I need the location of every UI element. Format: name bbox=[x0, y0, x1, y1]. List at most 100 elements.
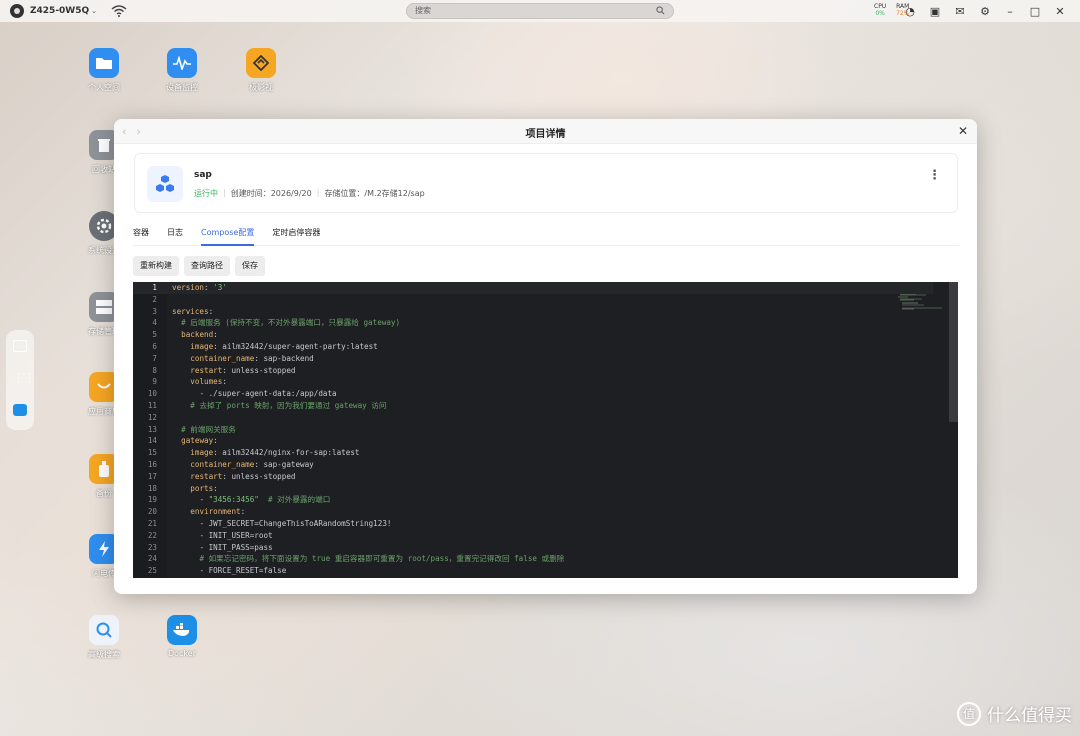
save-button[interactable]: 保存 bbox=[235, 256, 265, 276]
code-line[interactable]: 25 - FORCE_RESET=false bbox=[133, 565, 933, 577]
line-number: 4 bbox=[152, 318, 157, 328]
rebuild-button[interactable]: 重新构建 bbox=[133, 256, 179, 276]
line-text: volumes: bbox=[190, 377, 227, 387]
more-options-icon[interactable]: ⋮ bbox=[928, 168, 941, 183]
divider: | bbox=[223, 188, 226, 197]
code-line[interactable]: 15 image: ailm32442/nginx-for-sap:latest bbox=[133, 447, 933, 459]
minimize-icon[interactable]: – bbox=[1002, 3, 1018, 19]
code-line[interactable]: 21 - JWT_SECRET=ChangeThisToARandomStrin… bbox=[133, 518, 933, 530]
desktop-icon-personal-space[interactable]: 个人空间 bbox=[74, 48, 134, 93]
code-line[interactable]: 7 container_name: sap-backend bbox=[133, 353, 933, 365]
code-line[interactable]: 18 ports: bbox=[133, 483, 933, 495]
gauge-icon[interactable]: ◔ bbox=[902, 3, 918, 19]
maximize-icon[interactable]: □ bbox=[1027, 3, 1043, 19]
code-line[interactable]: 12 bbox=[133, 412, 933, 424]
line-text: container_name: sap-backend bbox=[190, 353, 314, 363]
mail-icon[interactable]: ✉ bbox=[952, 3, 968, 19]
line-text: - INIT_USER=root bbox=[199, 530, 273, 540]
line-text: gateway: bbox=[181, 436, 218, 446]
device-name[interactable]: Z425-0W5Q bbox=[30, 6, 89, 16]
pulse-icon bbox=[167, 48, 197, 78]
line-text: image: ailm32442/nginx-for-sap:latest bbox=[190, 448, 360, 458]
code-line[interactable]: 23 - INIT_PASS=pass bbox=[133, 542, 933, 554]
screen-icon[interactable]: ▣ bbox=[927, 3, 943, 19]
code-line[interactable]: 9 volumes: bbox=[133, 376, 933, 388]
desktop-icon[interactable] bbox=[13, 340, 27, 352]
code-line[interactable]: 13 # 前端网关服务 bbox=[133, 424, 933, 436]
query-path-button[interactable]: 查询路径 bbox=[184, 256, 230, 276]
tab-logs[interactable]: 日志 bbox=[167, 224, 183, 246]
code-line[interactable]: 5 backend: bbox=[133, 329, 933, 341]
code-line[interactable]: 24 # 如果忘记密码，将下面设置为 true 重启容器即可重置为 root/p… bbox=[133, 553, 933, 565]
code-line[interactable]: 22 - INIT_USER=root bbox=[133, 530, 933, 542]
tab-scheduled-start-stop[interactable]: 定时启停容器 bbox=[272, 224, 320, 246]
code-line[interactable]: 19 - "3456:3456" # 对外暴露的端口 bbox=[133, 494, 933, 506]
line-number: 3 bbox=[152, 306, 157, 316]
desktop-icon-advanced-search[interactable]: 高级搜索 bbox=[74, 615, 134, 660]
code-line[interactable]: 20 environment: bbox=[133, 506, 933, 518]
code-editor[interactable]: 1 version: '3' 2 3 services: 4 # 后端服务 (保持不变，不… bbox=[133, 282, 958, 578]
action-bar: 重新构建 查询路径 保存 bbox=[133, 256, 265, 276]
desktop-icon-device-monitor[interactable]: 设备监控 bbox=[152, 48, 212, 93]
line-text: restart: unless-stopped bbox=[190, 471, 296, 481]
line-number: 19 bbox=[147, 495, 157, 505]
search-input[interactable]: 搜索 bbox=[406, 3, 674, 19]
line-number: 7 bbox=[152, 353, 157, 363]
editor-scrollbar[interactable] bbox=[949, 282, 958, 422]
desktop-icon-video[interactable]: 极影视 bbox=[231, 48, 291, 93]
line-number: 9 bbox=[152, 377, 157, 387]
line-number: 24 bbox=[147, 554, 157, 564]
cpu-value: 0% bbox=[875, 10, 885, 17]
app-grid-icon[interactable]: ⋮⋮ bbox=[13, 372, 35, 384]
search-placeholder: 搜索 bbox=[415, 6, 431, 15]
magnifier-icon bbox=[89, 615, 119, 645]
tab-bar: 容器 日志 Compose配置 定时启停容器 bbox=[133, 224, 959, 246]
project-card: sap 运行中 | 创建时间：2026/9/20 | 存储位置：/M.2存储12… bbox=[134, 153, 958, 213]
tab-containers[interactable]: 容器 bbox=[133, 224, 149, 246]
tab-compose-config[interactable]: Compose配置 bbox=[201, 224, 255, 246]
project-name: sap bbox=[194, 170, 212, 180]
code-line[interactable]: 16 container_name: sap-gateway bbox=[133, 459, 933, 471]
line-number: 25 bbox=[147, 566, 157, 576]
storage-location: 存储位置：/M.2存储12/sap bbox=[324, 189, 425, 198]
line-text: - JWT_SECRET=ChangeThisToARandomString12… bbox=[199, 519, 392, 528]
desktop-icon-docker[interactable]: Docker bbox=[152, 615, 212, 658]
divider: | bbox=[316, 188, 320, 197]
watermark-logo-icon: 值 bbox=[957, 701, 981, 726]
close-icon[interactable]: ✕ bbox=[958, 124, 968, 138]
desktop-icon-label: Docker bbox=[167, 649, 196, 658]
code-line[interactable]: 2 bbox=[133, 294, 933, 306]
gear-icon[interactable]: ⚙ bbox=[977, 3, 993, 19]
folder-icon bbox=[89, 48, 119, 78]
whale-icon bbox=[167, 615, 197, 645]
chevron-down-icon[interactable]: ⌄ bbox=[91, 7, 97, 15]
project-detail-window: ‹› 项目详情 ✕ sap 运行中 | 创建时间：2026/9/20 | 存储位… bbox=[114, 119, 977, 594]
line-text: # 如果忘记密码，将下面设置为 true 重启容器即可重置为 root/pass… bbox=[199, 554, 565, 564]
line-text: # 去掉了 ports 映射，因为我们要通过 gateway 访问 bbox=[190, 401, 387, 410]
code-line[interactable]: 17 restart: unless-stopped bbox=[133, 471, 933, 483]
code-line[interactable]: 4 # 后端服务 (保持不变，不对外暴露端口，只暴露给 gateway) bbox=[133, 317, 933, 329]
line-number: 6 bbox=[152, 342, 157, 351]
line-text: environment: bbox=[190, 507, 246, 517]
code-line[interactable]: 1 version: '3' bbox=[133, 282, 933, 294]
line-number: 11 bbox=[147, 401, 157, 410]
cpu-indicator[interactable]: CPU 0% bbox=[874, 3, 886, 17]
code-line[interactable]: 14 gateway: bbox=[133, 435, 933, 447]
code-line[interactable]: 3 services: bbox=[133, 306, 933, 318]
code-line[interactable]: 11 # 去掉了 ports 映射，因为我们要通过 gateway 访问 bbox=[133, 400, 933, 412]
code-line[interactable]: 6 image: ailm32442/super-agent-party:lat… bbox=[133, 341, 933, 353]
close-icon[interactable]: ✕ bbox=[1052, 3, 1068, 19]
cpu-label: CPU bbox=[874, 3, 887, 10]
code-line[interactable]: 8 restart: unless-stopped bbox=[133, 365, 933, 377]
line-number: 5 bbox=[152, 330, 157, 340]
line-number: 12 bbox=[147, 412, 157, 422]
window-title: 项目详情 bbox=[525, 129, 566, 140]
wifi-icon[interactable] bbox=[111, 5, 127, 17]
user-avatar[interactable] bbox=[10, 4, 24, 18]
desktop-icon-label: 高级搜索 bbox=[88, 650, 120, 659]
line-number: 22 bbox=[147, 530, 157, 540]
code-line[interactable]: 10 - ./super-agent-data:/app/data bbox=[133, 388, 933, 400]
line-number: 1 bbox=[152, 283, 157, 292]
docker-dock-icon[interactable] bbox=[13, 404, 27, 416]
line-number: 21 bbox=[147, 519, 157, 528]
